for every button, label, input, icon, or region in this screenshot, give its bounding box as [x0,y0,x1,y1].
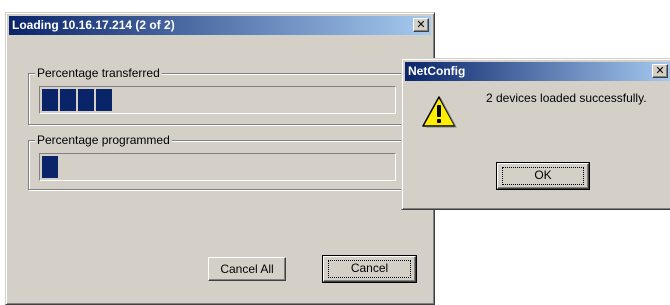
progress-block [60,89,76,111]
ok-label: OK [534,168,552,182]
loading-dialog-close-button[interactable]: ✕ [413,18,429,32]
progress-block [96,89,112,111]
ok-button[interactable]: OK [496,162,590,190]
message-text: 2 devices loaded successfully. [486,91,647,105]
close-icon: ✕ [416,18,426,31]
programmed-progress-bar [39,153,396,181]
message-box-title: NetConfig [408,64,466,78]
transferred-progress-bar [39,86,396,114]
cancel-label: Cancel [350,261,389,275]
netconfig-message-box: NetConfig ✕ 2 devices loaded successfull… [401,58,670,210]
transferred-group-label: Percentage transferred [35,66,162,80]
message-box-titlebar[interactable]: NetConfig ✕ [405,62,670,81]
progress-block [42,89,58,111]
progress-block [78,89,94,111]
loading-dialog-title: Loading 10.16.17.214 (2 of 2) [12,18,175,32]
transferred-progress-fill [42,89,393,111]
programmed-groupbox: Percentage programmed [28,133,413,190]
transferred-groupbox: Percentage transferred [28,66,413,125]
programmed-progress-fill [42,156,393,178]
programmed-group-label: Percentage programmed [35,133,172,147]
message-box-close-button[interactable]: ✕ [652,64,668,78]
cancel-focus-rect: Cancel [328,260,411,278]
warning-icon [422,96,457,128]
cancel-all-label: Cancel All [220,262,274,276]
cancel-button[interactable]: Cancel [322,255,417,283]
loading-dialog: Loading 10.16.17.214 (2 of 2) ✕ Percenta… [5,12,435,305]
progress-block [42,156,58,178]
ok-focus-rect: OK [502,167,584,185]
close-icon: ✕ [655,64,665,77]
cancel-all-button[interactable]: Cancel All [208,257,286,281]
loading-dialog-titlebar[interactable]: Loading 10.16.17.214 (2 of 2) ✕ [9,16,431,35]
